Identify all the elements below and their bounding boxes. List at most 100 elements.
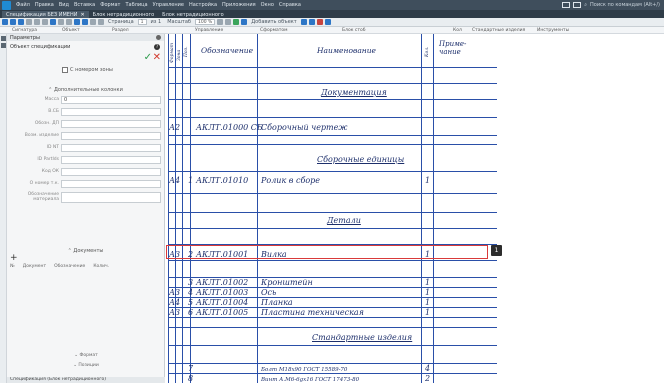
command-search[interactable]: ⌕ Поиск по командам (Alt+/) [584,2,660,8]
params-icon[interactable] [1,43,6,48]
colhead-manage[interactable]: Управление [195,28,223,33]
gear-icon[interactable] [156,35,161,40]
menu-bar: Файл Правка Вид Вставка Формат Таблица У… [0,0,664,10]
colhead-section[interactable]: Раздел [112,28,129,33]
spec-row-section-assemblies[interactable]: Сборочные единицы [169,145,497,172]
selected-row-highlight[interactable] [166,245,488,259]
open-icon[interactable] [10,19,16,25]
spec-row-section-details[interactable]: Детали [169,213,497,229]
paste-icon[interactable] [50,19,56,25]
menu-apps[interactable]: Приложения [222,2,256,8]
sum-icon[interactable] [90,19,96,25]
confirm-check-icon[interactable]: ✓ [144,53,152,63]
panel-bottom-bar[interactable]: Спецификация (Блок нетрадиционного) [7,377,165,383]
delete-icon[interactable] [316,19,323,25]
pos-cell: 3 [188,278,194,287]
designation-dp-input[interactable] [61,119,161,128]
close-tab-icon[interactable]: ✕ [80,12,84,18]
tab-assembly-2[interactable]: Блок нетрадиционного [158,11,228,18]
pos-cell: 6 [188,308,194,317]
id-nt-input[interactable] [61,143,161,152]
name-cell: Сборочный чертеж [261,123,348,132]
menu-settings[interactable]: Настройка [189,2,217,8]
specification-sheet: Формат Зона Поз. Обозначение Наименовани… [168,34,497,383]
spec-row[interactable]: А4 1 АКЛТ.01010 Ролик в сборе 1 [169,172,497,194]
print-icon[interactable] [26,19,32,25]
colhead-tools[interactable]: Инструменты [537,28,569,33]
menu-format[interactable]: Формат [100,2,120,8]
extra-columns-section-head[interactable]: ⌃ Дополнительные колонки [7,87,164,93]
help-icon[interactable]: ? [154,44,160,50]
zone-number-toggle[interactable]: С номером зоны [62,67,164,73]
search-spec-icon[interactable] [300,19,307,25]
sort-icon[interactable] [74,19,80,25]
scale-select[interactable]: 100 % [194,19,216,25]
mass-input[interactable]: 0 [61,95,161,104]
spec-row-blank [169,100,497,118]
add-object-icon[interactable] [241,19,248,25]
format-section-head[interactable]: ⌄ Формат [7,353,165,358]
docs-col-num: № [10,264,15,269]
colhead-format[interactable]: Сформатом [260,28,288,33]
menu-window[interactable]: Окно [261,2,274,8]
menu-manage[interactable]: Управление [153,2,184,8]
colhead-qty[interactable]: Кол [453,28,462,33]
colhead-object[interactable]: Объект [62,28,80,33]
spec-row-selected-empty[interactable] [169,261,497,278]
restore-window-icon[interactable] [562,2,571,8]
spec-row[interactable]: А3 6 АКЛТ.01005 Пластина техническая 1 [169,308,497,318]
check-icon[interactable] [233,19,240,25]
refresh-icon[interactable] [98,19,104,25]
spec-row[interactable]: 3 АКЛТ.01002 Кронштейн 1 [169,278,497,288]
add-document-icon[interactable]: + [10,254,164,263]
spec-row[interactable]: А3 4 АКЛТ.01003 Ось 1 [169,288,497,298]
link-icon[interactable] [308,19,315,25]
docs-col-doc: Документ [22,264,47,269]
spec-row[interactable]: А4 5 АКЛТ.01004 Планка 1 [169,298,497,308]
copy-icon[interactable] [42,19,48,25]
add-object-label[interactable]: Добавить объект [251,19,296,25]
redo-icon[interactable] [66,19,72,25]
vsb-input[interactable] [61,107,161,116]
id-partids-input[interactable] [61,155,161,164]
tab-specification[interactable]: Спецификация БЕЗ ИМЕНИ ✕ [2,11,89,18]
minimize-window-icon[interactable] [573,2,582,8]
possible-item-input[interactable] [61,131,161,140]
menu-view[interactable]: Вид [59,2,69,8]
menu-edit[interactable]: Правка [35,2,54,8]
colhead-block[interactable]: Блок стоб [342,28,366,33]
format-cell: А4 [169,298,181,307]
number-tk-input[interactable] [61,179,161,188]
annotation-marker: 1 [491,245,502,256]
spec-row-section-docs[interactable]: Документация [169,84,497,100]
colhead-std[interactable]: Стандартные изделия [472,28,525,33]
toolbar: Страница 1 из 1 Масштаб 100 % Добавить о… [0,18,664,27]
menu-file[interactable]: Файл [16,2,30,8]
undo-icon[interactable] [58,19,64,25]
menu-table[interactable]: Таблица [125,2,147,8]
cancel-x-icon[interactable]: ✕ [153,53,161,63]
page-label: Страница [108,19,134,25]
tools-icon[interactable] [324,19,331,25]
code-ok-input[interactable] [61,167,161,176]
field-label: Обозн. ДП [34,121,59,126]
menu-insert[interactable]: Вставка [74,2,95,8]
zone-number-checkbox[interactable] [62,67,68,73]
new-document-icon[interactable] [2,19,8,25]
spec-row[interactable]: А2 АКЛТ.01000 СБ Сборочный чертеж [169,118,497,136]
tree-icon[interactable] [1,36,6,41]
material-input[interactable] [61,191,161,203]
layout-icon[interactable] [217,19,224,25]
filter-icon[interactable] [82,19,88,25]
cut-icon[interactable] [34,19,40,25]
header-zone: Зона [177,49,182,61]
page-input[interactable]: 1 [137,19,147,25]
spec-row[interactable]: 7 Болт М18х90 ГОСТ 15589-70 4 [169,364,497,374]
menu-help[interactable]: Справка [279,2,301,8]
colhead-signature[interactable]: Сигнатура [12,28,37,33]
grid-icon[interactable] [225,19,232,25]
tab-assembly[interactable]: Блок нетрадиционного [89,11,159,18]
save-icon[interactable] [18,19,24,25]
positions-section-head[interactable]: ⌄ Позиции [7,363,165,368]
spec-row-section-standard[interactable]: Стандартные изделия [169,328,497,346]
